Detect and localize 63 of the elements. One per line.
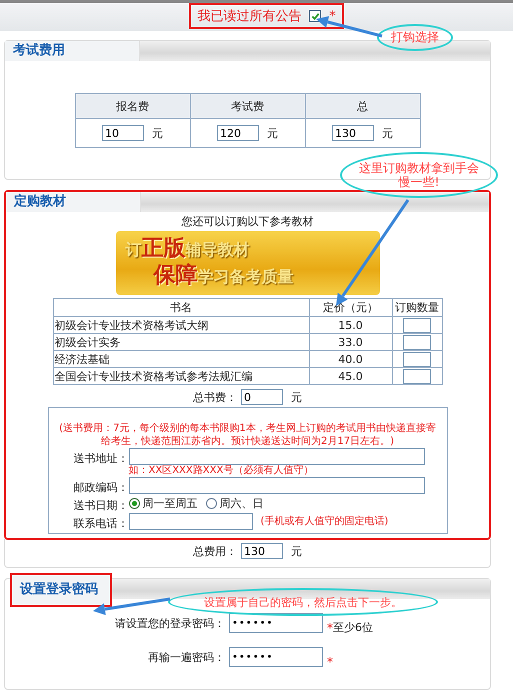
input-field[interactable]: 0 — [241, 389, 283, 405]
field-label: 联系电话： — [72, 516, 128, 531]
hint-text: 如：XX区XXX路XXX号（必须有人值守） — [128, 465, 314, 477]
section-title: 设置登录密码 — [10, 573, 112, 607]
radio-option[interactable]: 周六、日 — [206, 495, 264, 511]
callout: 这里订购教材拿到手会慢一些! — [340, 152, 498, 198]
input-field[interactable] — [128, 513, 252, 530]
input-field[interactable] — [128, 448, 424, 465]
section-title: 考试费用 — [5, 41, 140, 61]
quantity-field[interactable] — [403, 368, 431, 384]
table-cell: 15.0 — [309, 316, 392, 334]
table-cell: 初级会计实务 — [53, 334, 309, 350]
hint-text: (手机或有人值守的固定电话) — [260, 516, 388, 528]
table-cell: 33.0 — [309, 334, 392, 350]
table-cell: 45.0 — [309, 368, 392, 384]
field-label: 总书费： — [193, 390, 237, 404]
unit-label: 元 — [291, 390, 302, 404]
shipping-note: (送书费用：7元，每个级别的每本书限购1本，考生网上订购的考试用书由快递直接寄给考生，快递范围江苏省内。预计快递送达时间为2月17日左右。) — [58, 422, 437, 448]
required-mark: * — [329, 8, 336, 24]
section-title: 定购教材 — [6, 192, 141, 212]
table-cell: 全国会计专业技术资格考试参考法规汇编 — [53, 368, 309, 384]
table-cell: 经济法基础 — [53, 350, 309, 368]
table-cell: 40.0 — [309, 350, 392, 368]
input-field[interactable]: 10 — [102, 125, 144, 141]
input-field[interactable] — [128, 477, 424, 494]
unit-label: 元 — [291, 544, 302, 558]
unit-label: 元 — [267, 126, 278, 140]
callout: 设置属于自己的密码，然后点击下一步。 — [168, 588, 438, 616]
field-label: 再输一遍密码： — [147, 650, 226, 664]
callout: 打钩选择 — [377, 24, 453, 51]
quantity-field[interactable] — [403, 318, 431, 332]
column-header: 报名费 — [75, 94, 190, 118]
password-field[interactable]: •••••• — [229, 647, 323, 667]
table-cell: 初级会计专业技术资格考试大纲 — [53, 316, 309, 334]
checkbox[interactable] — [309, 10, 322, 22]
hint-text: 至少6位 — [333, 620, 373, 635]
intro-text: 您还可以订购以下参考教材 — [182, 214, 314, 229]
radio-option[interactable]: 周一至周五 — [128, 495, 198, 511]
banner-text: 订正版辅导教材 — [126, 236, 250, 263]
quantity-field[interactable] — [403, 334, 431, 350]
input-field[interactable]: 130 — [332, 125, 374, 141]
required-mark: * — [327, 655, 333, 669]
callout-arrow — [316, 16, 382, 38]
unit-label: 元 — [152, 126, 163, 140]
column-header: 总 — [305, 94, 420, 118]
radio-button[interactable] — [128, 498, 140, 508]
field-label: 请设置您的登录密码： — [114, 616, 226, 630]
quantity-field[interactable] — [403, 352, 431, 366]
required-mark: * — [327, 621, 333, 635]
password-field[interactable]: •••••• — [229, 613, 323, 633]
input-field[interactable]: 130 — [241, 543, 283, 559]
column-header: 考试费 — [190, 94, 305, 118]
notice-text: 我已读过所有公告 — [197, 8, 302, 25]
column-header: 订购数量 — [392, 298, 442, 316]
field-label: 送书日期： — [72, 498, 128, 513]
input-field[interactable]: 120 — [217, 125, 259, 141]
unit-label: 元 — [382, 126, 393, 140]
banner-text: 保障学习备考质量 — [152, 263, 294, 290]
radio-button[interactable] — [206, 498, 216, 508]
field-label: 总费用： — [193, 544, 237, 558]
field-label: 送书地址： — [72, 451, 128, 467]
field-label: 邮政编码： — [72, 480, 128, 495]
column-header: 书名 — [53, 298, 309, 316]
